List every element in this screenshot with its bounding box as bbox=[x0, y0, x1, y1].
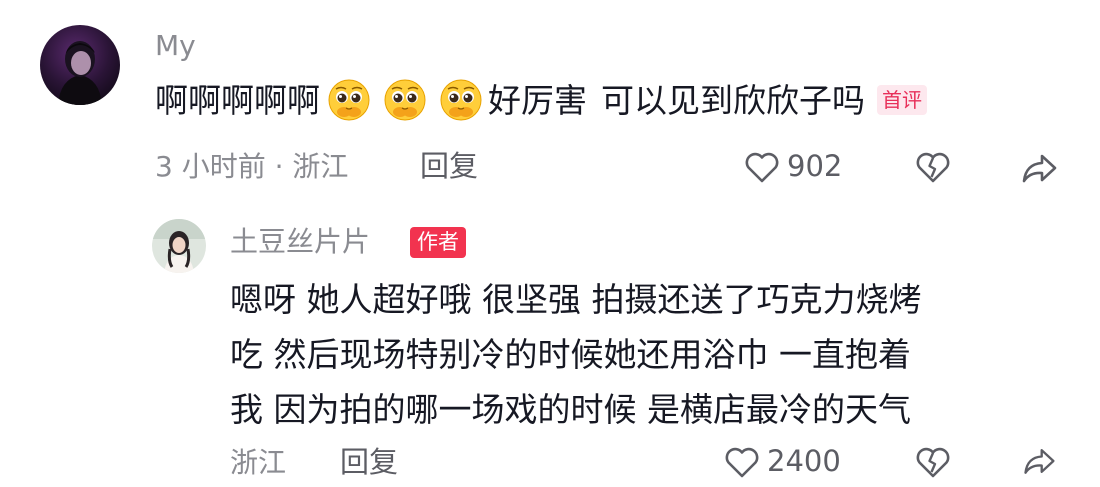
comment-text-prefix: 啊啊啊啊啊 bbox=[155, 80, 320, 120]
reply-text-line: 我 因为拍的哪一场戏的时候 是横店最冷的天气 bbox=[230, 390, 911, 429]
comment-like-count: 902 bbox=[787, 149, 843, 183]
reply-meta: 浙江 bbox=[230, 446, 287, 479]
comment-reply-button[interactable]: 回复 bbox=[420, 152, 478, 181]
first-comment-badge: 首评 bbox=[877, 85, 927, 115]
comment-text-part1: 好厉害 bbox=[488, 80, 587, 120]
pleading-face-emoji-icon bbox=[326, 77, 372, 123]
heart-outline-icon[interactable] bbox=[722, 443, 762, 483]
comment-text-part2: 可以见到欣欣子吗 bbox=[601, 80, 865, 120]
broken-heart-icon[interactable] bbox=[913, 443, 953, 483]
comment-text: 啊啊啊啊啊 好厉害 可以见到欣欣子吗 首评 bbox=[155, 77, 927, 123]
author-avatar[interactable] bbox=[152, 219, 206, 273]
commenter-username[interactable]: My bbox=[155, 32, 196, 60]
pleading-face-emoji-icon bbox=[438, 77, 484, 123]
reply-text: 嗯呀 她人超好哦 很坚强 拍摄还送了巧克力烧烤 吃 然后现场特别冷的时候她还用浴… bbox=[230, 272, 921, 437]
reply-text-line: 嗯呀 她人超好哦 很坚强 拍摄还送了巧克力烧烤 bbox=[230, 280, 922, 319]
broken-heart-icon[interactable] bbox=[913, 148, 953, 188]
reply-text-line: 吃 然后现场特别冷的时候她还用浴巾 一直抱着 bbox=[230, 335, 911, 374]
share-arrow-icon[interactable] bbox=[1018, 148, 1060, 188]
reply-reply-button[interactable]: 回复 bbox=[340, 448, 398, 477]
pleading-face-emoji-icon bbox=[382, 77, 428, 123]
share-arrow-icon[interactable] bbox=[1018, 443, 1060, 479]
commenter-avatar[interactable] bbox=[40, 25, 120, 105]
reply-like-count: 2400 bbox=[767, 444, 841, 478]
author-badge: 作者 bbox=[410, 227, 466, 258]
author-username[interactable]: 土豆丝片片 bbox=[230, 228, 370, 256]
comment-meta: 3 小时前 · 浙江 bbox=[155, 150, 349, 183]
heart-outline-icon[interactable] bbox=[742, 148, 782, 188]
